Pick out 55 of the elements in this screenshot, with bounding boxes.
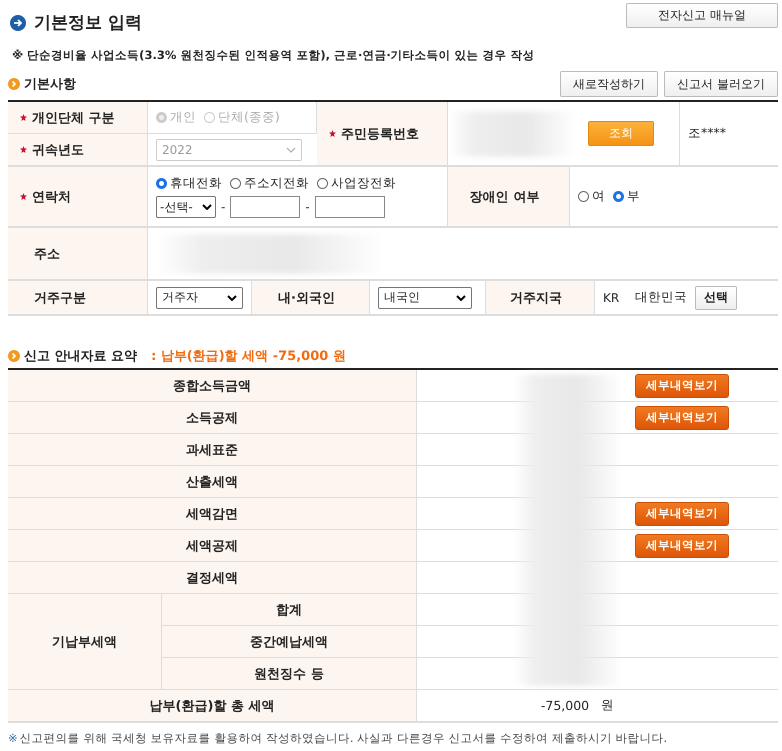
field-label: 주소: [34, 246, 60, 262]
chevron-icon: [227, 294, 237, 300]
radio-option[interactable]: 여: [578, 188, 605, 205]
row-label: 중간예납세액: [250, 634, 328, 650]
row-label: 세액감면: [186, 506, 238, 522]
row-label: 기납부세액: [52, 634, 117, 650]
select-button[interactable]: 선택: [695, 286, 738, 310]
total-amount: -75,000: [540, 698, 590, 713]
country-code: KR: [603, 290, 620, 304]
field-label: 연락처: [32, 188, 71, 206]
chevron-icon: [202, 204, 212, 210]
currency-unit: 원: [601, 697, 614, 714]
select-field[interactable]: -선택-: [156, 196, 216, 218]
toolbar-button[interactable]: 신고서 불러오기: [664, 71, 778, 97]
row-label: 소득공제: [186, 410, 238, 426]
note-mark: ※: [8, 731, 18, 746]
separator-text: -: [305, 200, 310, 214]
toolbar-button[interactable]: 새로작성하기: [560, 71, 658, 97]
country-name: 대한민국: [635, 289, 688, 306]
footnote-text: 신고편의를 위해 국세청 보유자료를 활용하여 작성하였습니다. 사실과 다른경우 신고서를 수정하여 제출하시기 바랍니다.: [20, 731, 668, 746]
input-field[interactable]: [314, 196, 385, 218]
field-label: 거주지국: [510, 290, 562, 306]
chevron-icon: [456, 294, 466, 300]
radio-option[interactable]: 주소지전화: [230, 175, 309, 192]
separator-text: -: [221, 200, 226, 214]
manual-button[interactable]: 전자신고 매뉴얼: [626, 3, 778, 28]
field-label: 내·외국인: [278, 290, 335, 306]
row-label: 결정세액: [186, 570, 238, 586]
field-label: 개인단체 구분: [32, 110, 115, 126]
page-title: 기본정보 입력: [34, 12, 142, 34]
radio-option[interactable]: 사업장전화: [317, 175, 396, 192]
section-title: 신고 안내자료 요약: [24, 348, 138, 365]
row-label: 합계: [276, 602, 302, 618]
row-label: 과세표준: [186, 442, 238, 458]
field-label: 거주구분: [34, 290, 86, 306]
notice-text: ※ 단순경비율 사업소득(3.3% 원천징수된 인적용역 포함), 근로·연금·기타소득이 있는 경우 작성: [12, 48, 536, 64]
section-title: 기본사항: [24, 76, 76, 93]
select-field[interactable]: 거주자: [156, 286, 243, 308]
field-label: 귀속년도: [32, 142, 84, 158]
field-label: 장애인 여부: [470, 188, 540, 206]
field-label: 주민등록번호: [341, 126, 419, 142]
radio-option[interactable]: 부: [613, 188, 640, 205]
row-label: 산출세액: [186, 474, 238, 490]
name-text: 조****: [688, 125, 726, 142]
row-label: 세액공제: [186, 538, 238, 554]
bullet-icon: [8, 350, 20, 362]
row-label: 원천징수 등: [254, 666, 324, 682]
row-label: 종합소득금액: [173, 378, 251, 394]
radio-option[interactable]: 휴대전화: [156, 175, 222, 192]
chevron-icon: [286, 146, 296, 152]
input-field[interactable]: [230, 196, 300, 218]
select-field[interactable]: 내국인: [378, 286, 472, 308]
row-label: 납부(환급)할 총 세액: [150, 698, 274, 714]
bullet-icon: [8, 78, 20, 90]
tax-summary-text: : 납부(환급)할 세액 -75,000 원: [151, 348, 346, 365]
